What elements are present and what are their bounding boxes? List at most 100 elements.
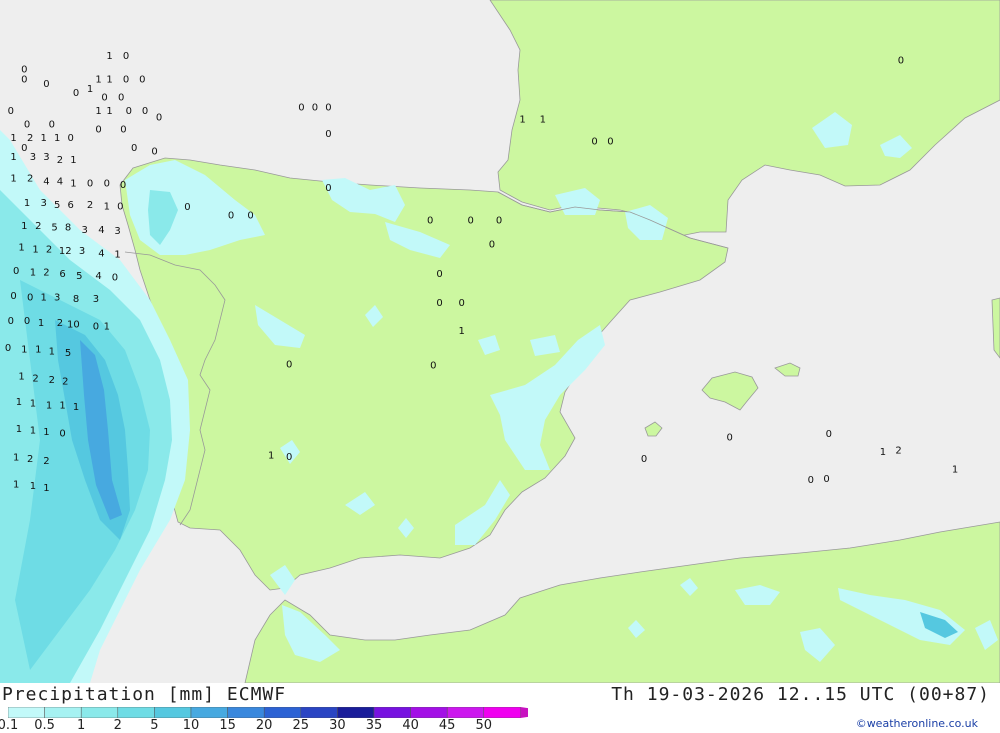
scale-tick-label: 0.5: [34, 718, 55, 733]
precip-value-label: 0: [27, 292, 33, 303]
precip-value-label: 4: [43, 176, 49, 187]
precip-value-label: 1: [104, 201, 110, 212]
precip-value-label: 1: [95, 106, 101, 117]
precip-value-label: 0: [898, 56, 904, 67]
precip-value-label: 0: [10, 291, 16, 302]
precip-value-label: 1: [880, 447, 886, 458]
precip-value-label: 0: [298, 102, 304, 113]
precip-value-label: 1: [106, 51, 112, 62]
precip-value-label: 8: [65, 223, 71, 234]
precip-value-label: 0: [459, 298, 465, 309]
precip-value-label: 3: [114, 226, 120, 237]
precip-value-label: 0: [93, 322, 99, 333]
precip-value-label: 2: [87, 200, 93, 211]
precip-value-label: 5: [54, 200, 60, 211]
scale-swatch: [80, 707, 119, 718]
precip-value-label: 3: [43, 152, 49, 163]
scale-tick-label: 5: [150, 718, 159, 733]
scale-swatch: [410, 707, 448, 718]
scale-swatch: [263, 707, 302, 718]
precip-value-label: 0: [641, 454, 647, 465]
precip-value-label: 2: [62, 376, 68, 387]
scale-tick-label: 20: [255, 718, 273, 733]
precip-value-label: 5: [51, 223, 57, 234]
precip-value-label: 1: [106, 106, 112, 117]
precip-value-label: 0: [228, 211, 234, 222]
precip-value-label: 0: [21, 143, 27, 154]
precip-value-label: 0: [826, 429, 832, 440]
precip-value-label: 1: [18, 243, 24, 254]
scale-tick-label: 30: [329, 718, 346, 733]
precip-value-label: 1: [43, 483, 49, 494]
precip-value-label: 0: [607, 137, 613, 148]
legend-footer: Precipitation [mm] ECMWF Th 19-03-2026 1…: [0, 683, 1000, 733]
precip-value-label: 1: [268, 450, 274, 461]
precip-value-label: 2: [895, 445, 901, 456]
precip-value-label: 1: [32, 245, 38, 256]
precip-value-label: 0: [43, 79, 49, 90]
precip-value-label: 2: [57, 155, 63, 166]
scale-tick-label: 15: [219, 718, 236, 733]
scale-tick-label: 50: [475, 718, 493, 733]
precip-value-label: 0: [286, 452, 292, 463]
scale-swatch: [227, 707, 265, 718]
scale-swatch: [8, 707, 45, 718]
precip-value-label: 0: [87, 179, 93, 190]
precip-value-label: 0: [142, 106, 148, 117]
scale-tick-label: 35: [365, 718, 383, 733]
precip-value-label: 0: [5, 343, 11, 354]
precip-value-label: 0: [247, 211, 253, 222]
precip-value-label: 1: [540, 115, 546, 126]
color-scale-labels: 0.1 0.5 1 2 5 10 15 20 25 30 35 40 45 50: [0, 719, 520, 733]
precip-value-label: 0: [123, 51, 129, 62]
precip-value-label: 1: [459, 326, 465, 337]
scale-tick-label: 45: [438, 718, 456, 733]
precip-value-label: 1: [41, 292, 47, 303]
precip-value-label: 0: [139, 75, 145, 86]
precip-value-label: 3: [30, 152, 36, 163]
precip-value-label: 1: [35, 344, 41, 355]
precip-value-label: 1: [54, 133, 60, 144]
precip-value-label: 1: [10, 152, 16, 163]
precip-value-label: 1: [104, 322, 110, 333]
precip-value-label: 0: [68, 133, 74, 144]
precip-value-label: 0: [156, 112, 162, 123]
precip-value-label: 0: [112, 273, 118, 284]
precip-value-label: 1: [13, 453, 19, 464]
scale-swatch: [117, 707, 155, 718]
precip-value-label: 1: [30, 268, 36, 279]
precip-value-label: 1: [49, 347, 55, 358]
precip-value-label: 0: [24, 316, 30, 327]
precip-value-label: 0: [59, 428, 65, 439]
precip-value-label: 1: [70, 179, 76, 190]
scale-swatch: [446, 707, 485, 718]
precip-value-label: 0: [184, 202, 190, 213]
precip-value-label: 0: [727, 433, 733, 444]
precip-value-label: 0: [73, 88, 79, 99]
precip-value-label: 2: [46, 245, 52, 256]
scale-swatch: [337, 707, 375, 718]
precip-value-label: 0: [325, 129, 331, 140]
precip-value-label: 2: [49, 375, 55, 386]
precip-value-label: 3: [79, 246, 85, 257]
credit-link[interactable]: ©weatheronline.co.uk: [856, 717, 978, 730]
precip-value-label: 0: [118, 93, 124, 104]
precip-value-label: 1: [13, 480, 19, 491]
precip-value-label: 3: [93, 294, 99, 305]
precip-value-label: 2: [27, 133, 33, 144]
precip-value-label: 3: [41, 198, 47, 209]
precip-value-label: 4: [57, 176, 63, 187]
precip-value-label: 0: [468, 216, 474, 227]
precip-value-label: 1: [41, 133, 47, 144]
precip-value-label: 12: [59, 246, 72, 257]
precip-value-label: 0: [151, 147, 157, 158]
precip-value-label: 0: [101, 93, 107, 104]
precip-value-label: 8: [73, 294, 79, 305]
precip-value-label: 5: [76, 271, 82, 282]
precip-value-label: 1: [59, 401, 65, 412]
color-scale-bar: [8, 707, 528, 718]
scale-tick-label: 40: [402, 718, 419, 733]
precip-value-label: 0: [325, 183, 331, 194]
precip-value-label: 1: [114, 250, 120, 261]
precip-value-label: 4: [98, 225, 104, 236]
